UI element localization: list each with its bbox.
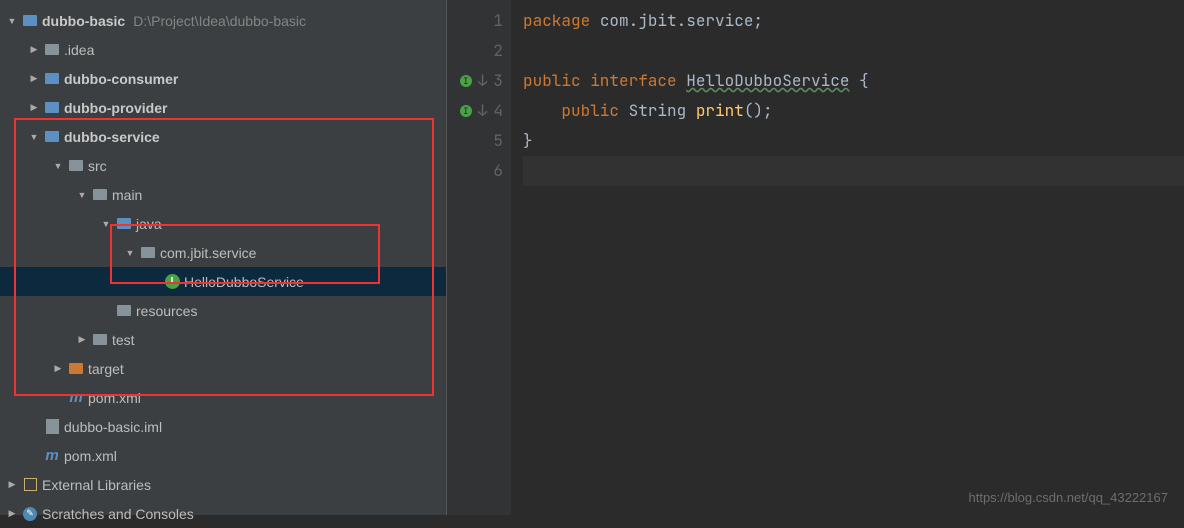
project-tree[interactable]: ▼ dubbo-basic D:\Project\Idea\dubbo-basi… [0,0,446,515]
module-folder-icon [44,129,60,145]
code-editor[interactable]: 1 2 I↓3 I↓4 5 6 package com.jbit.service… [446,0,1184,515]
brace: { [849,70,868,91]
tree-label: dubbo-basic.iml [64,419,162,435]
tree-label: dubbo-basic [42,13,125,29]
tree-label: pom.xml [88,390,141,406]
tree-label: .idea [64,42,94,58]
tree-item-resources[interactable]: resources [0,296,446,325]
tree-label: resources [136,303,197,319]
tree-label: External Libraries [42,477,151,493]
tree-label: test [112,332,135,348]
chevron-down-icon: ▼ [100,219,112,229]
module-folder-icon [44,100,60,116]
tree-item-java[interactable]: ▼ java [0,209,446,238]
chevron-right-icon: ▶ [28,102,40,113]
type: String [629,100,696,121]
tree-label: Scratches and Consoles [42,506,194,522]
line-number: 4 [493,96,503,126]
tree-item-interface[interactable]: I HelloDubboService [0,267,446,296]
tree-label: java [136,216,162,232]
line-number: 3 [493,66,503,96]
chevron-right-icon: ▶ [28,73,40,84]
tree-item-service[interactable]: ▼ dubbo-service [0,122,446,151]
keyword: public [561,100,628,121]
tree-item-scratches[interactable]: ▶ ✎ Scratches and Consoles [0,499,446,528]
tree-item-idea[interactable]: ▶ .idea [0,35,446,64]
chevron-right-icon: ▶ [6,508,18,519]
tree-label: com.jbit.service [160,245,256,261]
chevron-down-icon: ▼ [76,190,88,200]
tree-item-package[interactable]: ▼ com.jbit.service [0,238,446,267]
chevron-down-icon: ▼ [6,16,18,26]
tree-item-src[interactable]: ▼ src [0,151,446,180]
identifier: com.jbit.service [600,10,754,31]
tree-label: main [112,187,142,203]
tree-item-root[interactable]: ▼ dubbo-basic D:\Project\Idea\dubbo-basi… [0,6,446,35]
folder-icon [44,42,60,58]
tree-label: dubbo-provider [64,100,167,116]
tree-item-main[interactable]: ▼ main [0,180,446,209]
folder-icon [68,158,84,174]
keyword: package [523,10,600,31]
method-name: print [696,100,744,121]
chevron-right-icon: ▶ [6,479,18,490]
maven-icon: m [44,448,60,464]
implements-marker-icon[interactable]: I [460,75,472,87]
tree-item-pom-service[interactable]: m pom.xml [0,383,446,412]
editor-content[interactable]: package com.jbit.service; public interfa… [511,0,1184,515]
tree-item-pom-root[interactable]: m pom.xml [0,441,446,470]
tree-item-iml[interactable]: dubbo-basic.iml [0,412,446,441]
tree-item-provider[interactable]: ▶ dubbo-provider [0,93,446,122]
folder-icon [92,187,108,203]
tree-item-target[interactable]: ▶ target [0,354,446,383]
line-number: 5 [493,126,503,156]
watermark-text: https://blog.csdn.net/qq_43222167 [969,490,1169,505]
scratches-icon: ✎ [22,506,38,522]
resources-folder-icon [116,303,132,319]
package-icon [140,245,156,261]
tree-label: HelloDubboService [184,274,304,290]
tree-label: dubbo-consumer [64,71,178,87]
file-icon [44,419,60,435]
chevron-right-icon: ▶ [52,363,64,374]
line-number: 6 [493,156,503,186]
maven-icon: m [68,390,84,406]
type-name: HelloDubboService [686,70,849,91]
tree-label: target [88,361,124,377]
folder-icon [92,332,108,348]
chevron-down-icon: ▼ [28,132,40,142]
interface-icon: I [164,274,180,290]
tree-label: src [88,158,107,174]
chevron-down-icon: ▼ [124,248,136,258]
editor-gutter: 1 2 I↓3 I↓4 5 6 [447,0,511,515]
libraries-icon [22,477,38,493]
keyword: interface [590,70,686,91]
tree-item-external-libs[interactable]: ▶ External Libraries [0,470,446,499]
tree-label: pom.xml [64,448,117,464]
brace: } [523,130,533,151]
line-number: 1 [493,6,503,36]
module-folder-icon [44,71,60,87]
chevron-right-icon: ▶ [76,334,88,345]
line-number: 2 [493,36,503,66]
chevron-down-icon: ▼ [52,161,64,171]
source-folder-icon [116,216,132,232]
keyword: public [523,70,590,91]
module-folder-icon [22,13,38,29]
tree-label: dubbo-service [64,129,160,145]
tree-item-test[interactable]: ▶ test [0,325,446,354]
tree-item-consumer[interactable]: ▶ dubbo-consumer [0,64,446,93]
chevron-right-icon: ▶ [28,44,40,55]
excluded-folder-icon [68,361,84,377]
tree-path: D:\Project\Idea\dubbo-basic [133,13,306,29]
implements-marker-icon[interactable]: I [460,105,472,117]
